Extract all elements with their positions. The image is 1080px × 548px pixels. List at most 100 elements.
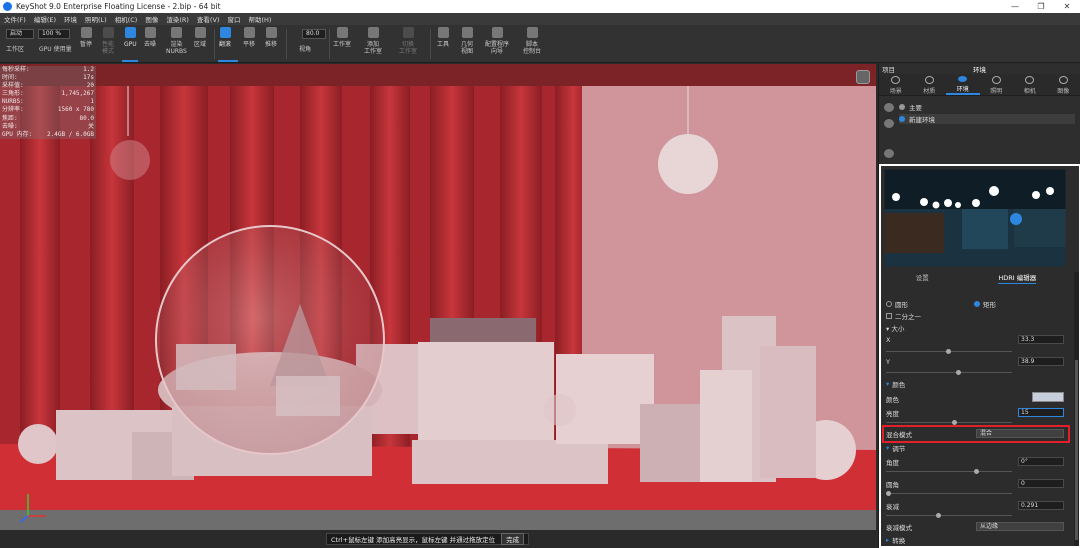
- menu-view[interactable]: 查看(V): [193, 14, 224, 24]
- brightness-slider[interactable]: [886, 420, 1012, 425]
- menu-edit[interactable]: 编辑(E): [30, 14, 60, 24]
- scrollbar-thumb[interactable]: [1075, 360, 1078, 540]
- minimize-button[interactable]: —: [1002, 0, 1028, 13]
- environment-item-selected[interactable]: 新建环境: [899, 114, 1075, 124]
- tab-hdri-editor[interactable]: HDRI 编辑器: [998, 272, 1037, 284]
- tab-lighting[interactable]: 照明: [980, 74, 1014, 95]
- perspective-button[interactable]: 视角: [299, 46, 311, 53]
- duplicate-environment-icon[interactable]: [884, 119, 894, 128]
- x-input[interactable]: 33.3: [1018, 335, 1064, 344]
- gpu-usage-button[interactable]: GPU 使用量: [39, 46, 72, 53]
- configurator-label: 配置程序 向导: [485, 41, 510, 55]
- round-slider-knob[interactable]: [886, 491, 891, 496]
- color-section[interactable]: ▾ 颜色: [886, 379, 905, 389]
- pan-button[interactable]: 平移: [243, 27, 255, 48]
- circle-radio[interactable]: [886, 301, 892, 307]
- workspace-button[interactable]: 工作区: [6, 46, 24, 53]
- stat-key: GPU 内存:: [2, 130, 33, 138]
- render-nurbs-button[interactable]: 渲染 NURBS: [166, 27, 187, 55]
- main-toolbar: 启动 100 % 工作区 GPU 使用量 暂停 性能 模式 GPU 去噪 渲染 …: [0, 25, 1080, 63]
- configurator-wizard-button[interactable]: 配置程序 向导: [485, 27, 509, 55]
- done-button[interactable]: 完成: [501, 533, 525, 545]
- region-button[interactable]: 区域: [194, 27, 206, 48]
- denoise-button[interactable]: 去噪: [144, 27, 156, 48]
- gpu-button[interactable]: GPU: [124, 27, 137, 48]
- falloff-mode-dropdown[interactable]: 从边缘: [976, 522, 1064, 531]
- studio-button[interactable]: 工作室: [333, 27, 351, 48]
- close-button[interactable]: ✕: [1054, 0, 1080, 13]
- panel-tabs: 场景 材质 环境 照明 相机 图像: [879, 74, 1080, 96]
- angle-input[interactable]: 0°: [1018, 457, 1064, 466]
- circle-label: 圆形: [895, 301, 908, 309]
- menu-lighting[interactable]: 照明(L): [81, 14, 111, 24]
- add-environment-icon[interactable]: [884, 103, 894, 112]
- mode-dropdown[interactable]: 启动: [6, 29, 34, 39]
- angle-slider[interactable]: [886, 469, 1012, 474]
- blend-mode-dropdown[interactable]: 混合: [976, 429, 1064, 438]
- pause-button[interactable]: 暂停: [80, 27, 92, 48]
- tab-settings[interactable]: 设置: [916, 272, 929, 284]
- angle-slider-knob[interactable]: [974, 469, 979, 474]
- adjust-section[interactable]: ▾ 调节: [886, 443, 905, 453]
- y-label: Y: [886, 358, 890, 366]
- menu-file[interactable]: 文件(F): [0, 14, 30, 24]
- window-controls: — ❐ ✕: [1002, 0, 1080, 13]
- geometry-view-button[interactable]: 几何 视图: [461, 27, 473, 55]
- region-icon: [194, 27, 206, 38]
- tab-camera[interactable]: 相机: [1013, 74, 1047, 95]
- transform-section[interactable]: ▸ 转换: [886, 535, 905, 545]
- denoise-label: 去噪: [144, 41, 157, 48]
- tab-image[interactable]: 图像: [1047, 74, 1080, 95]
- render-viewport[interactable]: 每秒采样: 1.2 时间: 17s 采样值: 20 三角形: 1,745,267 NUR…: [0, 64, 876, 530]
- falloff-slider[interactable]: [886, 513, 1012, 518]
- menu-window[interactable]: 窗口: [223, 14, 244, 24]
- add-studio-button[interactable]: 添加 工作室: [364, 27, 382, 55]
- falloff-input[interactable]: 0.291: [1018, 501, 1064, 510]
- color-swatch[interactable]: [1032, 392, 1064, 402]
- restore-button[interactable]: ❐: [1028, 0, 1054, 13]
- tools-button[interactable]: 工具: [437, 27, 449, 48]
- geometry-view-icon: [461, 27, 473, 38]
- menu-help[interactable]: 帮助(H): [244, 14, 275, 24]
- delete-environment-icon[interactable]: [884, 149, 894, 158]
- gpu-icon: [124, 27, 136, 38]
- editor-scrollbar[interactable]: [1074, 272, 1079, 546]
- menu-render[interactable]: 渲染(R): [162, 14, 193, 24]
- switch-studio-button[interactable]: 切换 工作室: [399, 27, 417, 55]
- script-console-button[interactable]: 脚本 控制台: [523, 27, 541, 55]
- image-icon: [1058, 76, 1068, 84]
- brightness-input[interactable]: 15: [1018, 408, 1064, 417]
- toolbar-divider: [214, 29, 215, 59]
- tab-scene[interactable]: 场景: [879, 74, 913, 95]
- stat-value: 1560 x 780: [57, 106, 94, 114]
- y-slider[interactable]: [886, 370, 1012, 375]
- dolly-button[interactable]: 推移: [265, 27, 277, 48]
- round-input[interactable]: 0: [1018, 479, 1064, 488]
- menu-image[interactable]: 图像: [141, 14, 162, 24]
- hdri-preview[interactable]: [884, 169, 1066, 267]
- fov-field[interactable]: 80.0: [302, 29, 326, 39]
- tab-material[interactable]: 材质: [913, 74, 947, 95]
- stat-key: 去噪:: [2, 122, 18, 130]
- rectangle-radio[interactable]: [974, 301, 980, 307]
- environment-dot-icon: [899, 104, 905, 110]
- menu-camera[interactable]: 相机(C): [111, 14, 142, 24]
- resolution-zoom-field[interactable]: 100 %: [38, 29, 70, 39]
- viewport-options-icon[interactable]: [856, 70, 870, 84]
- pause-label: 暂停: [80, 41, 93, 48]
- stat-row: 时间: 17s: [2, 74, 94, 82]
- stat-key: 焦距:: [2, 114, 18, 122]
- tumble-button[interactable]: 翻滚: [219, 27, 231, 48]
- x-slider[interactable]: [886, 349, 1012, 354]
- performance-mode-button[interactable]: 性能 模式: [102, 27, 114, 55]
- size-section[interactable]: ▾ 大小: [886, 323, 1068, 333]
- menu-environment[interactable]: 环境: [60, 14, 81, 24]
- x-slider-knob[interactable]: [946, 349, 951, 354]
- environment-item[interactable]: 主要: [899, 102, 1075, 112]
- y-input[interactable]: 38.9: [1018, 357, 1064, 366]
- half-checkbox[interactable]: [886, 313, 892, 319]
- y-slider-knob[interactable]: [956, 370, 961, 375]
- tab-environment[interactable]: 环境: [946, 74, 980, 95]
- round-slider[interactable]: [886, 491, 1012, 496]
- falloff-slider-knob[interactable]: [936, 513, 941, 518]
